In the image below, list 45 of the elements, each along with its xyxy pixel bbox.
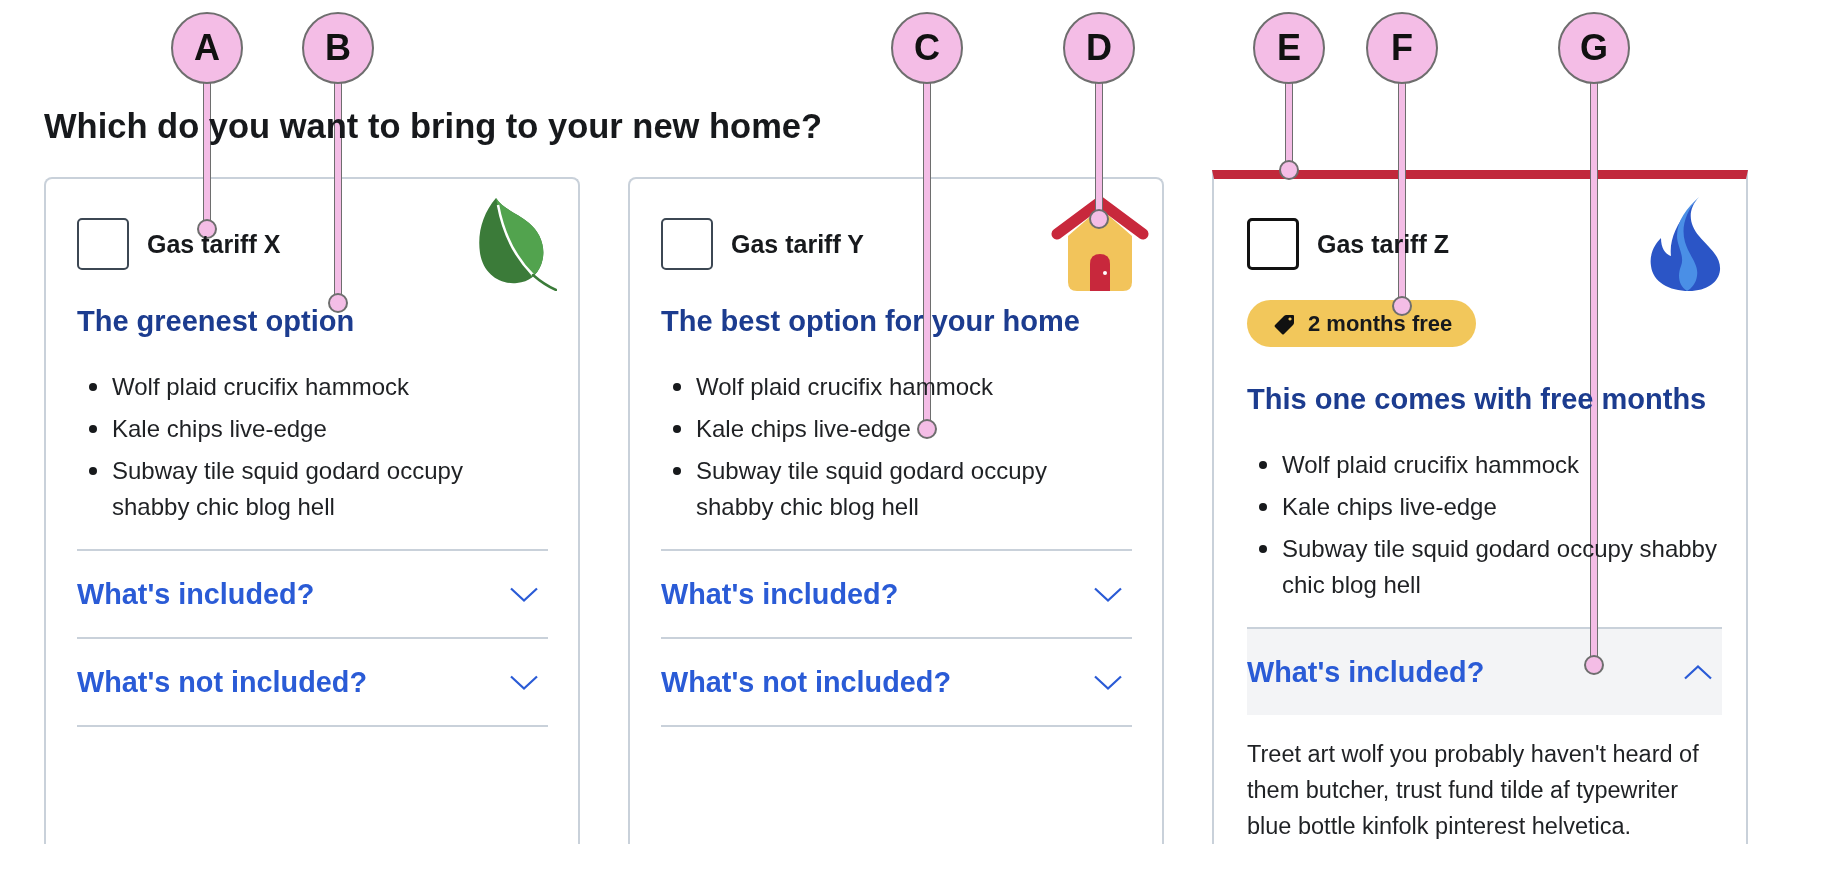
callout-marker: F xyxy=(1366,12,1438,84)
accordion-header[interactable]: What's not included? xyxy=(661,639,1132,725)
feature-text: Wolf plaid crucifix hammock xyxy=(112,372,409,402)
tariff-tagline: The greenest option xyxy=(77,304,355,339)
bullet-icon xyxy=(673,467,681,475)
checkbox-label[interactable]: Gas tariff Y xyxy=(731,227,864,260)
callout-marker: C xyxy=(891,12,963,84)
accordion-header[interactable]: What's included? xyxy=(1247,629,1722,715)
feature-text: Kale chips live-edge xyxy=(1282,492,1497,522)
bullet-icon xyxy=(1259,461,1267,469)
house-icon xyxy=(1050,195,1150,292)
feature-text: Wolf plaid crucifix hammock xyxy=(1282,450,1579,480)
chevron-down-icon xyxy=(510,586,538,602)
chevron-up-icon xyxy=(1684,664,1712,680)
feature-text: Kale chips live-edge xyxy=(696,414,911,444)
badge-text: 2 months free xyxy=(1308,310,1453,337)
bullet-icon xyxy=(673,383,681,391)
bullet-icon xyxy=(1259,503,1267,511)
callout-marker: B xyxy=(302,12,374,84)
callout-marker: A xyxy=(171,12,243,84)
accordion-header[interactable]: What's not included? xyxy=(77,639,548,725)
bullet-icon xyxy=(89,425,97,433)
tariff-tagline: The best option for your home xyxy=(661,304,1080,339)
callout-marker: E xyxy=(1253,12,1325,84)
callout-marker: G xyxy=(1558,12,1630,84)
checkbox[interactable] xyxy=(77,217,129,270)
feature-text: Subway tile squid godard occupy shabby chic blog hell xyxy=(112,456,464,522)
accordion-header[interactable]: What's included? xyxy=(77,551,548,637)
flame-icon xyxy=(1649,196,1721,291)
checkbox-label[interactable]: Gas tariff X xyxy=(147,227,281,260)
chevron-down-icon xyxy=(510,674,538,690)
accordion-header[interactable]: What's included? xyxy=(661,551,1132,637)
callout-marker: D xyxy=(1063,12,1135,84)
checkbox[interactable] xyxy=(1247,217,1299,270)
feature-text: Subway tile squid godard occupy shabby chic blog hell xyxy=(696,456,1048,522)
bullet-icon xyxy=(89,383,97,391)
accordion-body-text: Treet art wolf you probably haven't heard of them butcher, trust fund tilde af typewriter blue bottle kinfolk pinterest helvetica. xyxy=(1247,740,1700,841)
bullet-icon xyxy=(89,467,97,475)
bullet-icon xyxy=(1259,545,1267,553)
checkbox[interactable] xyxy=(661,217,713,270)
chevron-down-icon xyxy=(1094,586,1122,602)
feature-text: Kale chips live-edge xyxy=(112,414,327,444)
leaf-icon xyxy=(477,196,557,291)
chevron-down-icon xyxy=(1094,674,1122,690)
bullet-icon xyxy=(673,425,681,433)
